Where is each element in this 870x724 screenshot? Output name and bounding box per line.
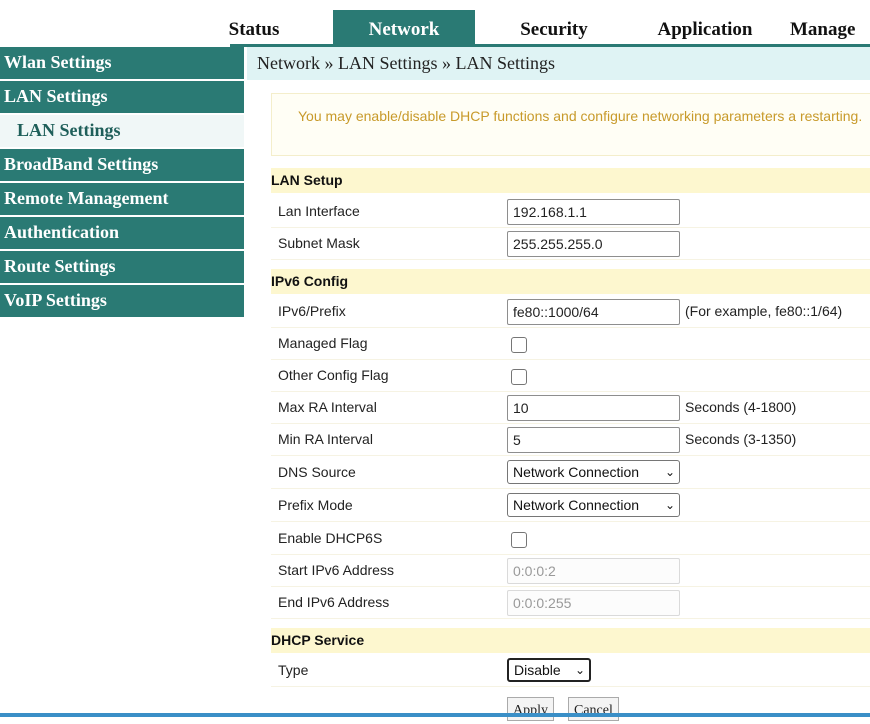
- dns-source-label: DNS Source: [278, 464, 356, 480]
- tab-manage[interactable]: Manage: [790, 10, 870, 44]
- ipv6-prefix-input[interactable]: [507, 299, 680, 325]
- row-lan-interface: Lan Interface: [271, 195, 870, 228]
- other-config-flag-checkbox[interactable]: [511, 369, 527, 385]
- cancel-button[interactable]: Cancel: [568, 697, 619, 721]
- min-ra-interval-input[interactable]: [507, 427, 680, 453]
- row-prefix-mode: Prefix Mode Network Connection ⌄: [271, 489, 870, 522]
- dns-source-select[interactable]: Network Connection ⌄: [507, 460, 680, 484]
- chevron-down-icon: ⌄: [664, 465, 675, 479]
- start-ipv6-address-input[interactable]: [507, 558, 680, 584]
- end-ipv6-address-label: End IPv6 Address: [278, 594, 390, 610]
- row-max-ra-interval: Max RA Interval Seconds (4-1800): [271, 391, 870, 424]
- apply-button[interactable]: Apply: [507, 697, 554, 721]
- row-other-config-flag: Other Config Flag: [271, 359, 870, 392]
- breadcrumb: Network » LAN Settings » LAN Settings: [247, 47, 870, 80]
- row-end-ipv6-address: End IPv6 Address: [271, 586, 870, 619]
- sidebar-item-authentication[interactable]: Authentication: [0, 217, 244, 249]
- sidebar: Wlan Settings LAN Settings LAN Settings …: [0, 47, 244, 319]
- section-ipv6-config: IPv6 Config: [271, 269, 870, 294]
- managed-flag-label: Managed Flag: [278, 335, 368, 351]
- prefix-mode-value: Network Connection: [513, 497, 640, 513]
- sidebar-item-remote-management[interactable]: Remote Management: [0, 183, 244, 215]
- row-subnet-mask: Subnet Mask: [271, 227, 870, 260]
- dns-source-value: Network Connection: [513, 464, 640, 480]
- dhcp-type-value: Disable: [514, 662, 561, 678]
- max-ra-interval-input[interactable]: [507, 395, 680, 421]
- lan-interface-input[interactable]: [507, 199, 680, 225]
- chevron-down-icon: ⌄: [574, 663, 585, 677]
- tab-security[interactable]: Security: [505, 10, 603, 44]
- tab-status[interactable]: Status: [222, 10, 286, 44]
- section-lan-setup: LAN Setup: [271, 168, 870, 193]
- enable-dhcp6s-label: Enable DHCP6S: [278, 530, 383, 546]
- dhcp-type-label: Type: [278, 662, 309, 678]
- ipv6-prefix-label: IPv6/Prefix: [278, 303, 346, 319]
- min-ra-interval-hint: Seconds (3-1350): [685, 431, 797, 447]
- top-nav: Status Network Security Application Mana…: [0, 0, 870, 47]
- sidebar-item-voip-settings[interactable]: VoIP Settings: [0, 285, 244, 317]
- chevron-down-icon: ⌄: [664, 498, 675, 512]
- enable-dhcp6s-checkbox[interactable]: [511, 532, 527, 548]
- row-managed-flag: Managed Flag: [271, 327, 870, 360]
- lan-interface-label: Lan Interface: [278, 203, 360, 219]
- section-dhcp-service: DHCP Service: [271, 628, 870, 653]
- subnet-mask-input[interactable]: [507, 231, 680, 257]
- sidebar-item-lan-settings[interactable]: LAN Settings: [0, 81, 244, 113]
- bottom-divider: [0, 713, 870, 717]
- managed-flag-checkbox[interactable]: [511, 337, 527, 353]
- row-start-ipv6-address: Start IPv6 Address: [271, 554, 870, 587]
- sidebar-item-broadband-settings[interactable]: BroadBand Settings: [0, 149, 244, 181]
- tab-network[interactable]: Network: [333, 10, 475, 44]
- info-box: You may enable/disable DHCP functions an…: [271, 93, 870, 156]
- tab-application[interactable]: Application: [645, 10, 765, 44]
- ipv6-prefix-hint: (For example, fe80::1/64): [685, 303, 843, 319]
- prefix-mode-label: Prefix Mode: [278, 497, 353, 513]
- end-ipv6-address-input[interactable]: [507, 590, 680, 616]
- min-ra-interval-label: Min RA Interval: [278, 431, 373, 447]
- row-dhcp-type: Type Disable ⌄: [271, 654, 870, 687]
- start-ipv6-address-label: Start IPv6 Address: [278, 562, 394, 578]
- row-enable-dhcp6s: Enable DHCP6S: [271, 522, 870, 555]
- sidebar-item-wlan-settings[interactable]: Wlan Settings: [0, 47, 244, 79]
- subnet-mask-label: Subnet Mask: [278, 235, 360, 251]
- row-dns-source: DNS Source Network Connection ⌄: [271, 456, 870, 489]
- sidebar-subitem-lan-settings[interactable]: LAN Settings: [0, 115, 244, 147]
- max-ra-interval-label: Max RA Interval: [278, 399, 377, 415]
- row-ipv6-prefix: IPv6/Prefix (For example, fe80::1/64): [271, 295, 870, 328]
- other-config-flag-label: Other Config Flag: [278, 367, 389, 383]
- row-min-ra-interval: Min RA Interval Seconds (3-1350): [271, 423, 870, 456]
- prefix-mode-select[interactable]: Network Connection ⌄: [507, 493, 680, 517]
- dhcp-type-select[interactable]: Disable ⌄: [507, 658, 591, 682]
- sidebar-item-route-settings[interactable]: Route Settings: [0, 251, 244, 283]
- max-ra-interval-hint: Seconds (4-1800): [685, 399, 797, 415]
- info-text: You may enable/disable DHCP functions an…: [298, 108, 863, 124]
